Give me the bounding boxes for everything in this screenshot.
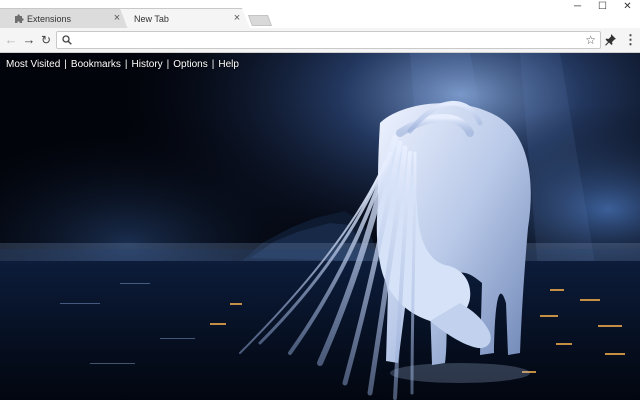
link-separator: | — [166, 59, 170, 70]
minimize-icon[interactable]: ─ — [565, 0, 590, 14]
forward-button[interactable]: → — [21, 32, 37, 48]
tab-extensions[interactable]: Extensions × — [0, 8, 128, 29]
tab-title: Extensions — [27, 14, 72, 24]
bookmark-star-icon[interactable]: ☆ — [585, 33, 596, 47]
back-button[interactable]: ← — [3, 32, 19, 48]
link-separator: | — [211, 59, 215, 70]
browser-window: Extensions × New Tab × ─ ☐ ✕ ← → ↻ ☆ ⋮ M… — [0, 0, 640, 400]
link-separator: | — [124, 59, 128, 70]
tab-strip: Extensions × New Tab × ─ ☐ ✕ — [0, 0, 640, 29]
options-link[interactable]: Options — [173, 59, 207, 70]
maximize-icon[interactable]: ☐ — [590, 0, 615, 14]
window-controls: ─ ☐ ✕ — [565, 0, 640, 16]
close-icon[interactable]: ✕ — [615, 0, 640, 14]
toolbar: ← → ↻ ☆ ⋮ — [0, 28, 640, 53]
tab-title: New Tab — [134, 14, 169, 24]
help-link[interactable]: Help — [218, 59, 239, 70]
wallpaper-image — [0, 53, 640, 400]
tab-close-icon[interactable]: × — [231, 12, 243, 24]
omnibox[interactable]: ☆ — [56, 31, 601, 49]
most-visited-link[interactable]: Most Visited — [6, 59, 60, 70]
new-tab-button[interactable] — [247, 15, 273, 26]
extension-pin-icon[interactable] — [604, 33, 617, 46]
tab-close-icon[interactable]: × — [111, 12, 123, 24]
link-separator: | — [64, 59, 67, 70]
new-tab-page: Most Visited | Bookmarks | History | Options | H… — [0, 53, 640, 400]
reload-button[interactable]: ↻ — [38, 32, 54, 48]
top-links: Most Visited | Bookmarks | History | Options | H… — [6, 59, 239, 70]
address-input[interactable] — [77, 33, 577, 47]
history-link[interactable]: History — [132, 59, 163, 70]
search-icon — [62, 35, 72, 45]
puzzle-icon — [15, 14, 24, 23]
menu-icon[interactable]: ⋮ — [624, 32, 637, 48]
tab-new-tab[interactable]: New Tab × — [120, 8, 250, 29]
bookmarks-link[interactable]: Bookmarks — [71, 59, 121, 70]
